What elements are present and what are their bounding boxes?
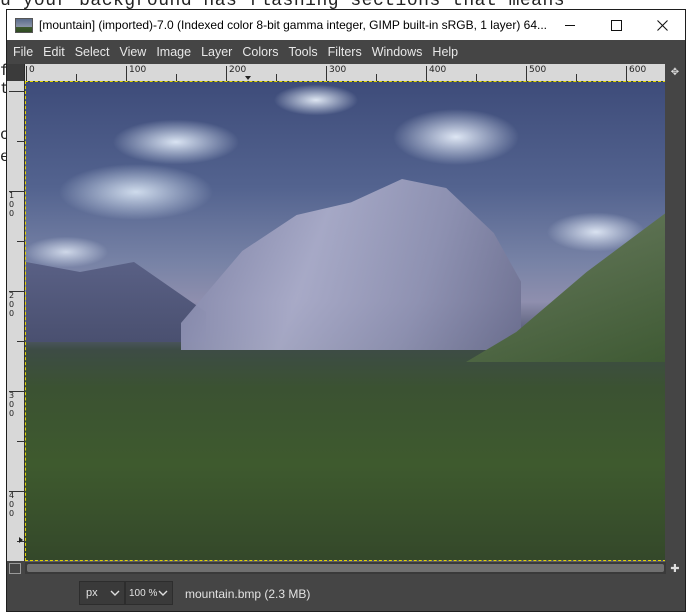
- status-bar: px 100 % mountain.bmp (2.3 MB): [7, 576, 685, 611]
- hruler-label: 100: [129, 65, 147, 75]
- zoom-select[interactable]: 100 %: [125, 581, 173, 605]
- hruler-label: 500: [529, 65, 547, 75]
- scrollbar-thumb[interactable]: [27, 564, 664, 572]
- menu-layer[interactable]: Layer: [196, 40, 237, 64]
- vertical-scrollbar[interactable]: [665, 81, 685, 562]
- menu-file[interactable]: File: [7, 40, 38, 64]
- chevron-down-icon: [110, 590, 120, 596]
- hruler-label: 300: [329, 65, 347, 75]
- vruler-label: 4 0 0: [9, 491, 15, 518]
- app-icon: [15, 17, 33, 33]
- menu-bar: File Edit Select View Image Layer Colors…: [7, 40, 685, 64]
- title-bar[interactable]: [mountain] (imported)-7.0 (Indexed color…: [7, 10, 685, 40]
- unit-value: px: [86, 587, 98, 599]
- hruler-label: 0: [29, 65, 35, 75]
- image-hills-left: [26, 262, 206, 342]
- menu-filters[interactable]: Filters: [323, 40, 367, 64]
- zoom-icon[interactable]: ✚: [667, 562, 683, 576]
- menu-edit[interactable]: Edit: [38, 40, 70, 64]
- menu-image[interactable]: Image: [151, 40, 196, 64]
- unit-select[interactable]: px: [79, 581, 125, 605]
- navigate-icon: ✥: [670, 67, 680, 78]
- menu-help[interactable]: Help: [427, 40, 463, 64]
- vruler-label: 3 0 0: [9, 391, 15, 418]
- hruler-label: 600: [629, 65, 647, 75]
- menu-view[interactable]: View: [114, 40, 151, 64]
- minimize-button[interactable]: [547, 10, 593, 40]
- gimp-image-window: [mountain] (imported)-7.0 (Indexed color…: [6, 9, 686, 612]
- menu-select[interactable]: Select: [70, 40, 115, 64]
- vruler-label: 1 0 0: [9, 191, 15, 218]
- menu-tools[interactable]: Tools: [283, 40, 322, 64]
- quick-mask-icon[interactable]: [9, 563, 21, 574]
- hruler-label: 400: [429, 65, 447, 75]
- vertical-ruler-ticks: [9, 91, 24, 543]
- menu-windows[interactable]: Windows: [367, 40, 428, 64]
- menu-colors[interactable]: Colors: [237, 40, 283, 64]
- zoom-value: 100 %: [129, 587, 158, 599]
- hruler-label: 200: [229, 65, 247, 75]
- maximize-icon: [610, 19, 622, 31]
- image-canvas[interactable]: [25, 81, 667, 562]
- horizontal-scrollbar[interactable]: [25, 562, 666, 574]
- image-mountain: [181, 179, 521, 350]
- close-icon: [656, 19, 668, 31]
- navigate-button[interactable]: ✥: [665, 64, 685, 81]
- window-title: [mountain] (imported)-7.0 (Indexed color…: [39, 18, 547, 32]
- vruler-label: 2 0 0: [9, 291, 15, 318]
- ruler-corner[interactable]: [7, 64, 25, 82]
- maximize-button[interactable]: [593, 10, 639, 40]
- file-info: mountain.bmp (2.3 MB): [185, 587, 311, 601]
- close-button[interactable]: [639, 10, 685, 40]
- horizontal-ruler[interactable]: 0 100 200 300 400 500 600: [25, 64, 666, 82]
- vertical-ruler[interactable]: 1 0 0 2 0 0 3 0 0 4 0 0: [7, 81, 25, 561]
- minimize-icon: [565, 24, 575, 26]
- mountain-image[interactable]: [25, 81, 667, 561]
- chevron-down-icon: [158, 590, 168, 596]
